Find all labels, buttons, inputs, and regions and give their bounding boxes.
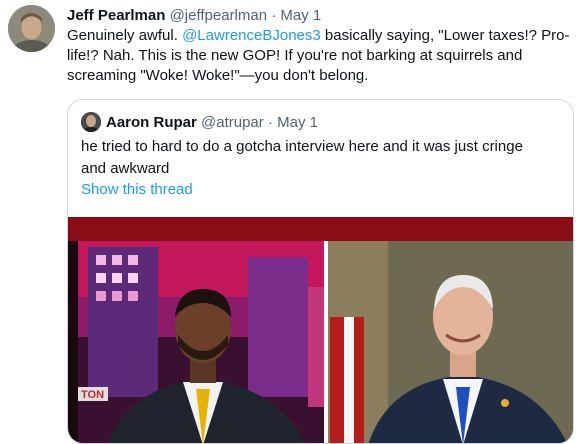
mention-link[interactable]: @LawrenceBJones3 — [182, 27, 321, 44]
author-avatar[interactable] — [8, 5, 55, 52]
author-name[interactable]: Jeff Pearlman — [67, 7, 165, 24]
tweet-text-start: Genuinely awful. — [67, 27, 183, 44]
tweet-header: Jeff Pearlman @jeffpearlman · May 1 — [67, 6, 321, 26]
author-handle[interactable]: @jeffpearlman — [170, 7, 268, 24]
show-thread-link[interactable]: Show this thread — [81, 180, 193, 200]
video-media[interactable]: TON — [68, 217, 573, 443]
quoted-tweet[interactable]: Aaron Rupar @atrupar · May 1 he tried to… — [67, 99, 574, 444]
quoted-tweet-date[interactable]: May 1 — [277, 114, 318, 131]
tweet-text: Genuinely awful. @LawrenceBJones3 basica… — [67, 26, 572, 86]
video-frame: TON — [68, 217, 573, 443]
tweet-date[interactable]: May 1 — [280, 7, 321, 24]
quoted-author-name[interactable]: Aaron Rupar — [106, 114, 197, 131]
quoted-tweet-header: Aaron Rupar @atrupar · May 1 — [81, 112, 318, 133]
quoted-author-handle[interactable]: @atrupar — [201, 114, 264, 131]
tweet[interactable]: Jeff Pearlman @jeffpearlman · May 1 Genu… — [0, 0, 580, 444]
chyron-fragment: TON — [81, 389, 104, 401]
quoted-separator-dot: · — [267, 114, 273, 131]
quoted-author-avatar[interactable] — [81, 112, 101, 133]
quoted-tweet-text: he tried to hard to do a gotcha intervie… — [81, 138, 523, 177]
separator-dot: · — [271, 7, 277, 24]
